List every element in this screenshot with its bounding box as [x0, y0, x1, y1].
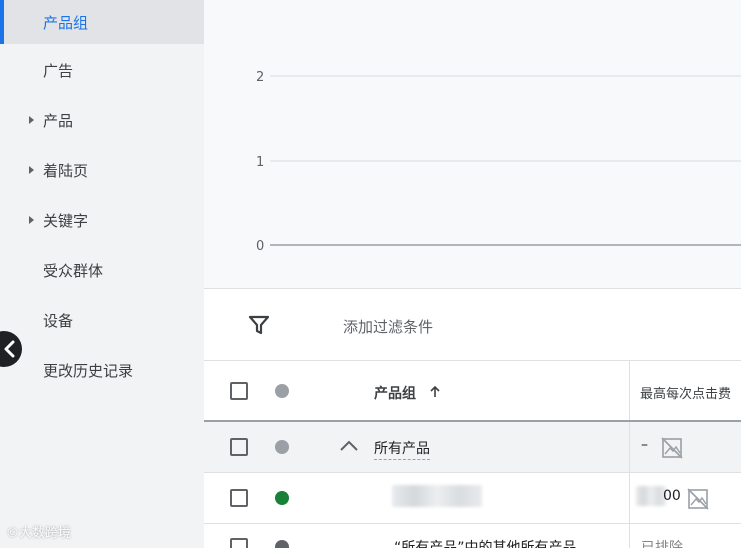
max-cpc-value[interactable]: 00 — [663, 488, 681, 504]
product-groups-table: 产品组 最高每次点击费 所有产品 – 00 “所有产品”中的其他所有产品 已排除 — [204, 360, 741, 548]
caret-right-icon — [29, 116, 34, 124]
column-separator — [629, 524, 630, 548]
sidebar-item-ads[interactable]: 广告 — [0, 48, 204, 92]
y-tick-label: 2 — [256, 70, 264, 85]
app-root: 产品组 广告 产品 着陆页 关键字 受众群体 设备 更改历史记录 ©大数跨境 2… — [0, 0, 741, 548]
status-dot — [275, 440, 289, 454]
chart-svg: 2 1 0 — [256, 70, 741, 254]
table-row: 00 — [204, 473, 741, 524]
sidebar-item-audiences[interactable]: 受众群体 — [0, 248, 204, 292]
column-separator — [629, 422, 630, 472]
image-off-icon — [687, 488, 709, 510]
max-cpc-value[interactable]: – — [641, 437, 648, 453]
image-off-icon — [661, 437, 683, 459]
column-header-max-cpc[interactable]: 最高每次点击费 — [640, 383, 731, 402]
sidebar-item-devices[interactable]: 设备 — [0, 298, 204, 342]
sidebar-item-label: 更改历史记录 — [43, 361, 134, 380]
sidebar-item-products[interactable]: 产品 — [0, 98, 204, 142]
sidebar-item-label: 广告 — [43, 61, 74, 80]
max-cpc-value: 已排除 — [641, 540, 683, 548]
sidebar-item-landing-pages[interactable]: 着陆页 — [0, 148, 204, 192]
sidebar-item-label: 设备 — [43, 311, 74, 330]
select-all-checkbox[interactable] — [230, 382, 248, 400]
sidebar-item-label: 产品 — [43, 111, 74, 130]
table-header-row: 产品组 最高每次点击费 — [204, 360, 741, 422]
sidebar-item-label: 产品组 — [43, 13, 89, 32]
arrow-up-icon[interactable] — [428, 385, 442, 399]
chevron-left-icon — [4, 340, 15, 358]
redacted-name — [392, 485, 482, 507]
y-tick-label: 0 — [256, 239, 264, 254]
redacted-bid — [636, 486, 666, 506]
row-checkbox[interactable] — [230, 438, 248, 456]
row-checkbox[interactable] — [230, 489, 248, 507]
filter-bar: 添加过滤条件 — [204, 288, 741, 360]
product-group-name[interactable]: 所有产品 — [374, 438, 430, 460]
product-group-name-text: 所有产品 — [374, 441, 430, 460]
caret-right-icon — [29, 216, 34, 224]
add-filter-button[interactable]: 添加过滤条件 — [343, 316, 433, 337]
status-dot — [275, 491, 289, 505]
table-row: 所有产品 – — [204, 422, 741, 473]
performance-chart: 2 1 0 — [204, 0, 741, 288]
sidebar: 产品组 广告 产品 着陆页 关键字 受众群体 设备 更改历史记录 ©大数跨境 — [0, 0, 204, 548]
sidebar-item-label: 着陆页 — [43, 161, 89, 180]
sidebar-item-label: 关键字 — [43, 211, 89, 230]
chevron-up-icon[interactable] — [338, 438, 360, 454]
column-header-product-group[interactable]: 产品组 — [374, 383, 416, 403]
column-separator — [629, 473, 630, 523]
status-dot — [275, 540, 289, 548]
sidebar-item-keywords[interactable]: 关键字 — [0, 198, 204, 242]
status-header-dot — [275, 384, 289, 398]
y-tick-label: 1 — [256, 155, 264, 170]
caret-right-icon — [29, 166, 34, 174]
watermark: ©大数跨境 — [6, 526, 72, 541]
product-group-name[interactable]: “所有产品”中的其他所有产品 — [394, 537, 577, 548]
sidebar-item-label: 受众群体 — [43, 261, 104, 280]
sidebar-item-product-groups[interactable]: 产品组 — [0, 0, 204, 44]
column-separator — [629, 361, 630, 420]
sidebar-item-change-history[interactable]: 更改历史记录 — [0, 348, 204, 392]
filter-icon[interactable] — [248, 314, 270, 336]
table-row: “所有产品”中的其他所有产品 已排除 — [204, 524, 741, 548]
row-checkbox[interactable] — [230, 538, 248, 548]
